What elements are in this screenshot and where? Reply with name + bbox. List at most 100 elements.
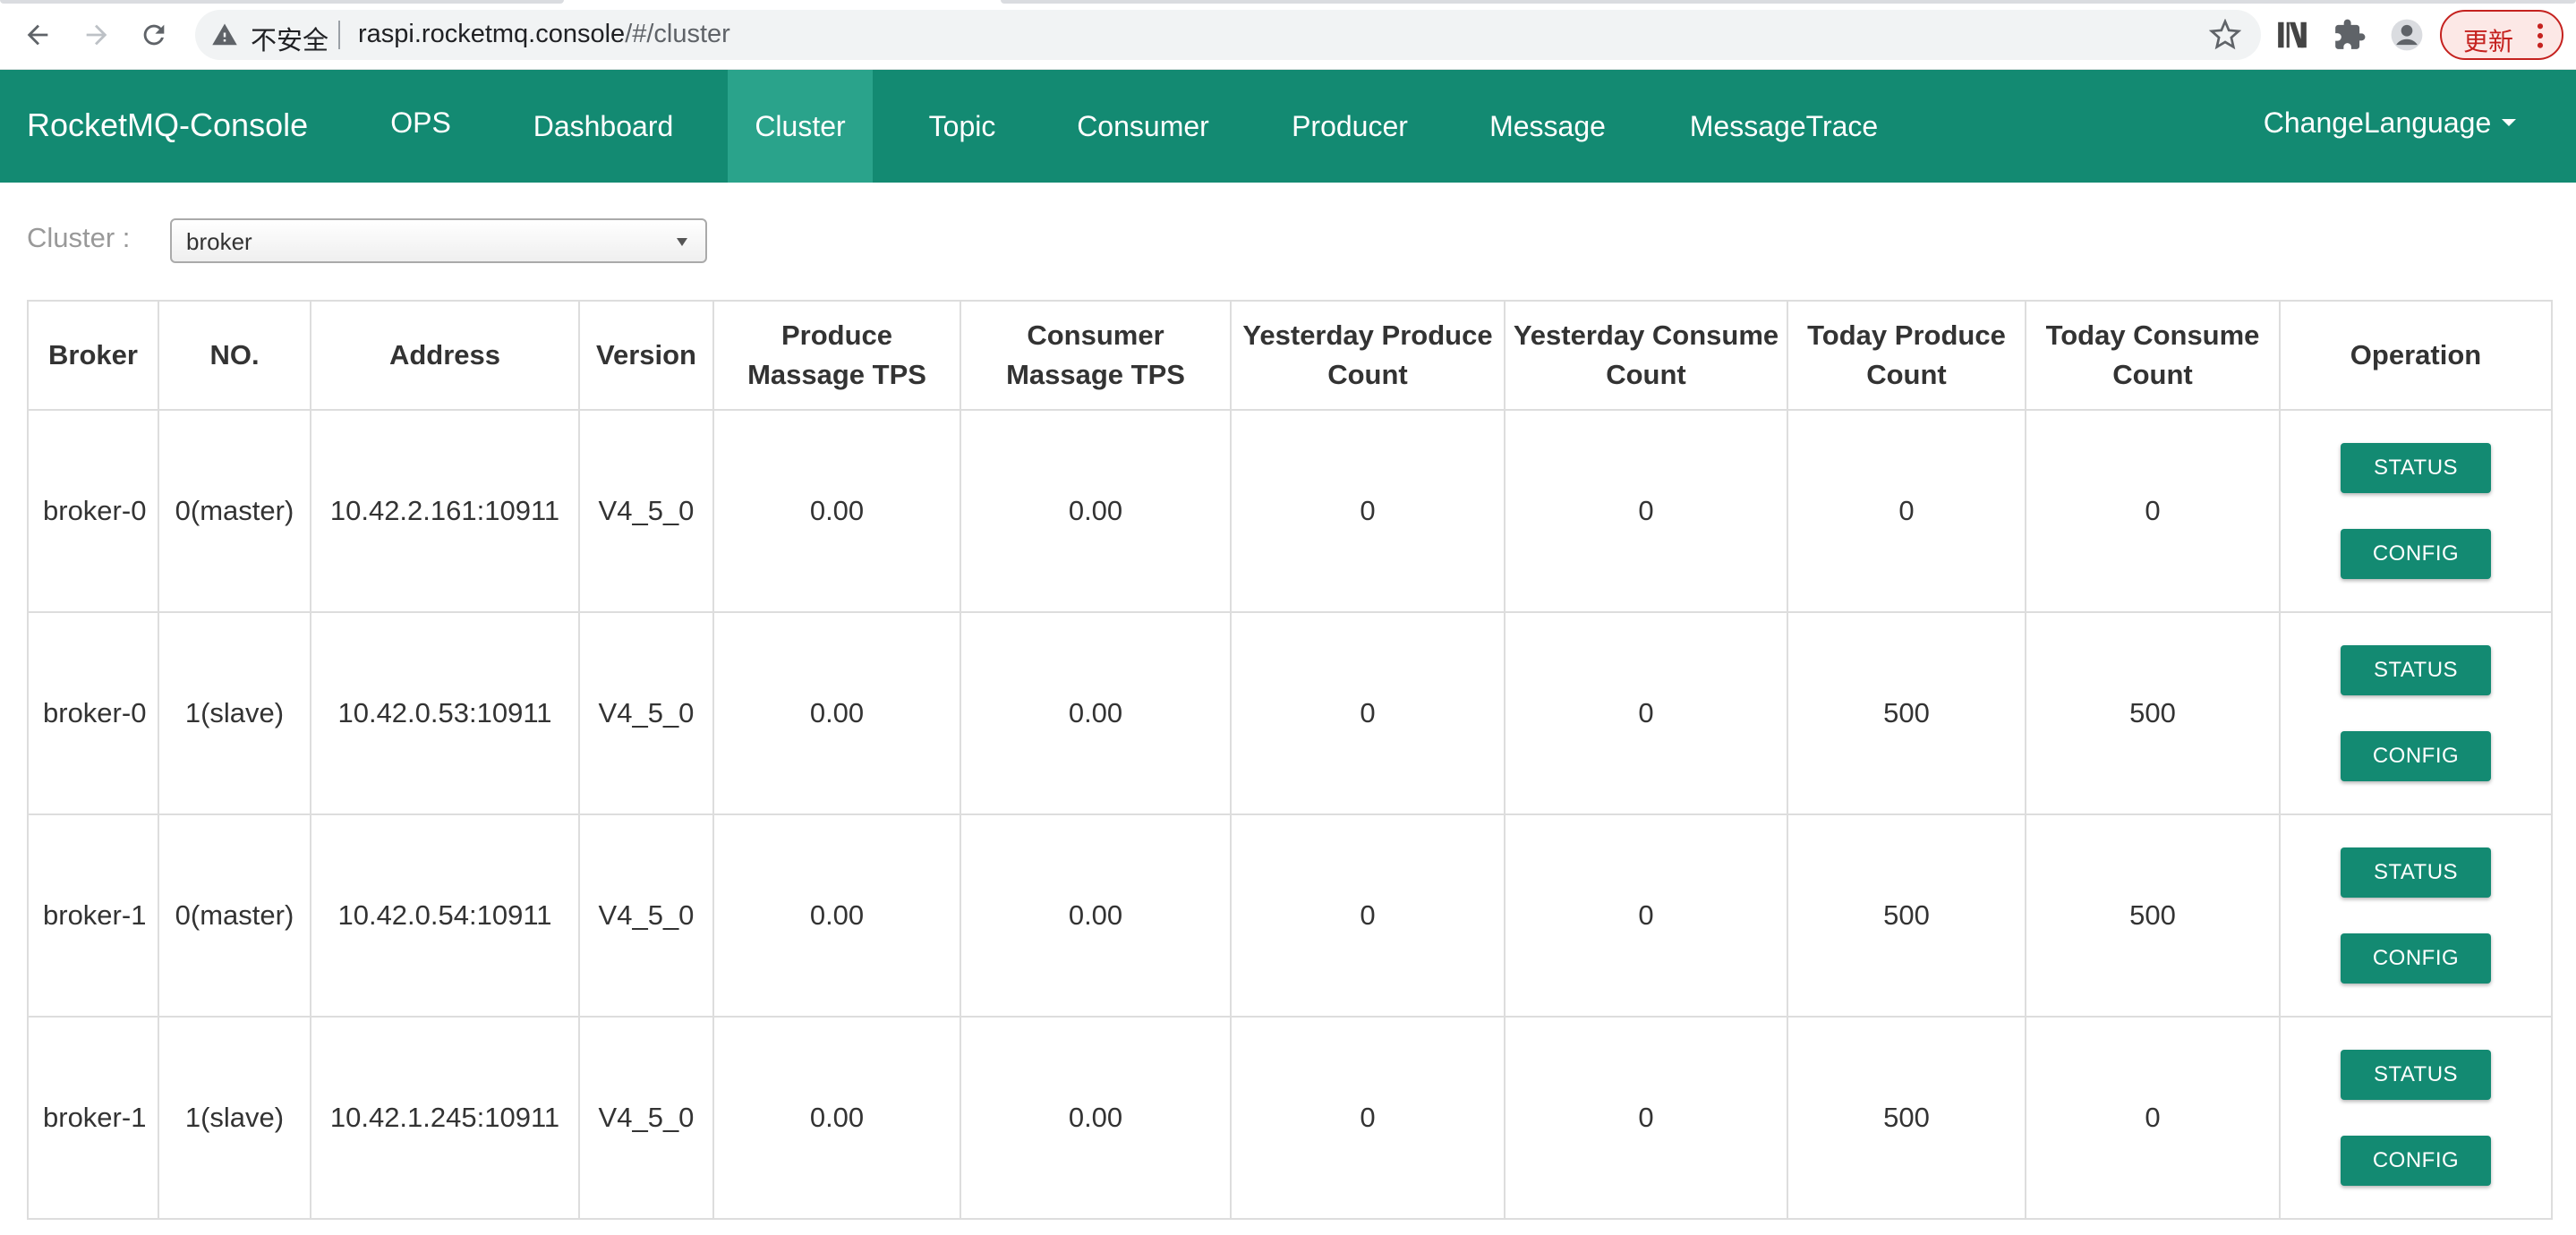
operation-cell: STATUS CONFIG — [2279, 409, 2553, 613]
status-button[interactable]: STATUS — [2341, 645, 2491, 695]
column-header-operation: Operation — [2279, 300, 2553, 411]
nav-item-topic[interactable]: Topic — [917, 70, 1008, 183]
main-navbar: RocketMQ-Console OPS Dashboard Cluster T… — [0, 70, 2576, 183]
broker-address-cell: 10.42.0.54:10911 — [310, 813, 580, 1018]
address-divider — [338, 21, 340, 49]
url-host: raspi.rocketmq.console — [358, 20, 626, 48]
produce-tps-cell: 0.00 — [712, 611, 961, 815]
today-consume-cell: 0 — [2025, 409, 2281, 613]
today-produce-cell: 500 — [1787, 611, 2026, 815]
table-row: broker-0 1(slave) 10.42.0.53:10911 V4_5_… — [27, 611, 2553, 815]
more-vert-icon — [2537, 23, 2544, 48]
consume-tps-cell: 0.00 — [960, 1016, 1232, 1220]
column-header-version: Version — [578, 300, 714, 411]
status-button[interactable]: STATUS — [2341, 1050, 2491, 1100]
nav-item-producer[interactable]: Producer — [1282, 70, 1418, 183]
column-header-consumer-tps: Consumer Massage TPS — [960, 300, 1232, 411]
nav-item-dashboard[interactable]: Dashboard — [521, 70, 686, 183]
broker-version-cell: V4_5_0 — [578, 1016, 714, 1220]
broker-no-cell: 1(slave) — [158, 611, 311, 815]
today-produce-cell: 0 — [1787, 409, 2026, 613]
nav-item-message[interactable]: Message — [1479, 70, 1616, 183]
table-row: broker-1 1(slave) 10.42.1.245:10911 V4_5… — [27, 1016, 2553, 1220]
broker-name-cell: broker-0 — [27, 409, 159, 613]
status-button[interactable]: STATUS — [2341, 443, 2491, 493]
url-path: /#/cluster — [625, 20, 730, 48]
today-produce-cell: 500 — [1787, 1016, 2026, 1220]
column-header-today-consume: Today Consume Count — [2025, 300, 2281, 411]
update-label: 更新 — [2463, 28, 2514, 55]
cluster-select[interactable]: broker — [170, 218, 707, 263]
config-button[interactable]: CONFIG — [2341, 731, 2491, 781]
today-consume-cell: 500 — [2025, 611, 2281, 815]
nav-item-cluster[interactable]: Cluster — [728, 70, 873, 183]
reload-icon — [143, 24, 165, 46]
puzzle-icon[interactable] — [2333, 18, 2367, 52]
arrow-right-icon — [86, 24, 107, 46]
config-button[interactable]: CONFIG — [2341, 529, 2491, 579]
consume-tps-cell: 0.00 — [960, 813, 1232, 1018]
column-header-yesterday-consume: Yesterday Consume Count — [1504, 300, 1788, 411]
tab-strip-edge — [1001, 0, 2576, 4]
broker-table: Broker NO. Address Version Produce Massa… — [27, 300, 2553, 1220]
column-header-yesterday-produce: Yesterday Produce Count — [1230, 300, 1506, 411]
bookmark-star-icon[interactable] — [2209, 19, 2241, 51]
broker-address-cell: 10.42.2.161:10911 — [310, 409, 580, 613]
consume-tps-cell: 0.00 — [960, 611, 1232, 815]
column-header-today-produce: Today Produce Count — [1787, 300, 2026, 411]
tab-strip-edge — [0, 0, 564, 4]
operation-cell: STATUS CONFIG — [2279, 611, 2553, 815]
insecure-label: 不安全 — [251, 27, 329, 55]
caret-down-icon — [2502, 119, 2517, 126]
extension-n-icon[interactable] — [2275, 18, 2309, 52]
yesterday-consume-cell: 0 — [1504, 1016, 1788, 1220]
warning-icon — [212, 23, 237, 46]
url-text: raspi.rocketmq.console/#/cluster — [358, 20, 730, 49]
brand-title[interactable]: RocketMQ-Console — [27, 106, 308, 144]
profile-avatar-icon[interactable] — [2390, 18, 2424, 52]
config-button[interactable]: CONFIG — [2341, 1136, 2491, 1186]
update-button[interactable]: 更新 — [2440, 10, 2563, 60]
operation-cell: STATUS CONFIG — [2279, 813, 2553, 1018]
config-button[interactable]: CONFIG — [2341, 933, 2491, 984]
today-consume-cell: 0 — [2025, 1016, 2281, 1220]
reload-button[interactable] — [134, 15, 174, 55]
consume-tps-cell: 0.00 — [960, 409, 1232, 613]
browser-toolbar: 不安全 raspi.rocketmq.console/#/cluster 更新 — [0, 0, 2576, 70]
broker-address-cell: 10.42.0.53:10911 — [310, 611, 580, 815]
produce-tps-cell: 0.00 — [712, 1016, 961, 1220]
today-consume-cell: 500 — [2025, 813, 2281, 1018]
broker-name-cell: broker-0 — [27, 611, 159, 815]
nav-item-ops[interactable]: OPS — [363, 70, 478, 183]
broker-address-cell: 10.42.1.245:10911 — [310, 1016, 580, 1220]
yesterday-consume-cell: 0 — [1504, 813, 1788, 1018]
column-header-produce-tps: Produce Massage TPS — [712, 300, 961, 411]
status-button[interactable]: STATUS — [2341, 847, 2491, 898]
address-bar[interactable]: 不安全 raspi.rocketmq.console/#/cluster — [195, 10, 2261, 60]
nav-item-messagetrace[interactable]: MessageTrace — [1677, 70, 1890, 183]
table-row: broker-1 0(master) 10.42.0.54:10911 V4_5… — [27, 813, 2553, 1018]
broker-no-cell: 1(slave) — [158, 1016, 311, 1220]
yesterday-consume-cell: 0 — [1504, 409, 1788, 613]
produce-tps-cell: 0.00 — [712, 813, 961, 1018]
broker-version-cell: V4_5_0 — [578, 611, 714, 815]
change-language-label: ChangeLanguage — [2263, 106, 2492, 139]
column-header-broker: Broker — [27, 300, 159, 411]
yesterday-produce-cell: 0 — [1230, 1016, 1506, 1220]
broker-no-cell: 0(master) — [158, 409, 311, 613]
broker-name-cell: broker-1 — [27, 813, 159, 1018]
change-language-dropdown[interactable]: ChangeLanguage — [2256, 70, 2524, 183]
broker-version-cell: V4_5_0 — [578, 409, 714, 613]
table-header-row: Broker NO. Address Version Produce Massa… — [27, 300, 2553, 411]
yesterday-produce-cell: 0 — [1230, 611, 1506, 815]
select-arrow-icon — [677, 238, 687, 246]
forward-button[interactable] — [77, 15, 116, 55]
back-button[interactable] — [18, 15, 57, 55]
cluster-label: Cluster : — [27, 222, 131, 253]
broker-no-cell: 0(master) — [158, 813, 311, 1018]
broker-name-cell: broker-1 — [27, 1016, 159, 1220]
today-produce-cell: 500 — [1787, 813, 2026, 1018]
column-header-address: Address — [310, 300, 580, 411]
nav-item-consumer[interactable]: Consumer — [1065, 70, 1221, 183]
cluster-select-value: broker — [186, 228, 252, 255]
